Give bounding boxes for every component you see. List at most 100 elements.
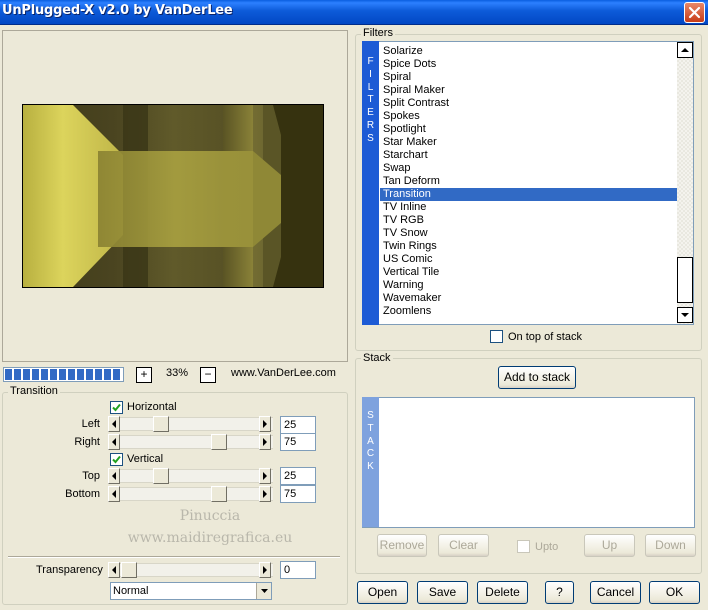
top-slider-thumb[interactable] — [153, 468, 169, 484]
horizontal-label: Horizontal — [127, 401, 177, 413]
filters-strip-letter: F — [367, 56, 374, 67]
add-to-stack-button[interactable]: Add to stack — [498, 366, 576, 389]
close-button[interactable] — [684, 2, 705, 23]
arrow-right-icon — [263, 420, 267, 428]
watermark: Pinuccia www.maidiregrafica.eu — [110, 505, 310, 549]
on-top-of-stack-checkbox[interactable] — [490, 330, 503, 343]
left-value-input[interactable]: 25 — [280, 416, 316, 434]
transparency-slider-thumb[interactable] — [121, 562, 137, 578]
stack-strip-letter: S — [367, 410, 374, 421]
stack-strip-letter: K — [367, 461, 374, 473]
filter-item[interactable]: Zoomlens — [380, 305, 678, 318]
up-button[interactable]: Up — [584, 534, 635, 557]
ok-button[interactable]: OK — [649, 581, 700, 604]
left-slider-decrease-button[interactable] — [108, 416, 120, 432]
upto-checkbox[interactable] — [517, 540, 530, 553]
scroll-up-button[interactable] — [677, 42, 693, 58]
arrow-left-icon — [112, 490, 116, 498]
filter-item[interactable]: Twin Rings — [380, 240, 678, 253]
bottom-slider-decrease-button[interactable] — [108, 486, 120, 502]
filter-item[interactable]: TV Inline — [380, 201, 678, 214]
stack-group-title: Stack — [361, 352, 393, 364]
right-slider-track[interactable] — [108, 435, 273, 449]
scroll-thumb[interactable] — [677, 257, 693, 303]
transparency-value-input[interactable]: 0 — [280, 561, 316, 579]
dropdown-button[interactable] — [256, 583, 271, 599]
filters-list[interactable]: Solarize Spice Dots Spiral Spiral Maker Spli… — [362, 41, 694, 325]
top-slider-track[interactable] — [108, 469, 273, 483]
title-bar[interactable]: UnPlugged-X v2.0 by VanDerLee — [0, 0, 708, 25]
stack-strip-letter: T — [367, 422, 374, 434]
divider — [8, 556, 340, 558]
clear-button[interactable]: Clear — [438, 534, 489, 557]
filter-item[interactable]: TV RGB — [380, 214, 678, 227]
filter-item[interactable]: Spice Dots — [380, 58, 678, 71]
filter-item[interactable]: Starchart — [380, 149, 678, 162]
filter-item[interactable]: US Comic — [380, 253, 678, 266]
left-slider-label: Left — [81, 418, 100, 430]
right-slider-decrease-button[interactable] — [108, 434, 120, 450]
stack-strip: STACK — [362, 397, 379, 527]
website-label: www.VanDerLee.com — [231, 367, 336, 379]
vertical-checkbox[interactable] — [110, 453, 123, 466]
right-value-input[interactable]: 75 — [280, 433, 316, 451]
filter-item[interactable]: Warning — [380, 279, 678, 292]
filters-strip-letter: T — [367, 94, 374, 106]
zoom-out-button[interactable]: − — [200, 367, 216, 383]
transparency-decrease-button[interactable] — [108, 562, 120, 578]
arrow-right-icon — [263, 566, 267, 574]
horizontal-checkbox[interactable] — [110, 401, 123, 414]
filter-item[interactable]: Spotlight — [380, 123, 678, 136]
left-slider-increase-button[interactable] — [259, 416, 271, 432]
transparency-label: Transparency — [36, 564, 103, 576]
remove-button[interactable]: Remove — [377, 534, 427, 557]
bottom-slider-increase-button[interactable] — [259, 486, 271, 502]
transition-group-title: Transition — [8, 385, 60, 397]
preview-image[interactable] — [22, 104, 324, 288]
filter-item[interactable]: Swap — [380, 162, 678, 175]
stack-strip-letter: C — [366, 448, 375, 460]
down-button[interactable]: Down — [645, 534, 696, 557]
chevron-down-icon — [261, 589, 268, 593]
top-slider-increase-button[interactable] — [259, 468, 271, 484]
bottom-slider-track[interactable] — [108, 487, 273, 501]
left-slider-track[interactable] — [108, 417, 273, 431]
blend-mode-select[interactable]: Normal — [110, 582, 272, 600]
filter-item[interactable]: Spokes — [380, 110, 678, 123]
right-slider-increase-button[interactable] — [259, 434, 271, 450]
vertical-label: Vertical — [127, 453, 164, 465]
filters-strip-letter: L — [367, 81, 374, 93]
watermark-name: Pinuccia — [179, 508, 241, 524]
filter-item[interactable]: Star Maker — [380, 136, 678, 149]
arrow-left-icon — [112, 420, 116, 428]
open-button[interactable]: Open — [357, 581, 408, 604]
zoom-in-button[interactable]: + — [136, 367, 152, 383]
save-button[interactable]: Save — [417, 581, 468, 604]
cancel-button[interactable]: Cancel — [590, 581, 641, 604]
bottom-value-input[interactable]: 75 — [280, 485, 316, 503]
filter-item[interactable]: TV Snow — [380, 227, 678, 240]
stack-list[interactable] — [362, 397, 695, 528]
transparency-increase-button[interactable] — [259, 562, 271, 578]
help-button[interactable]: ? — [545, 581, 574, 604]
right-slider-thumb[interactable] — [211, 434, 227, 450]
scroll-down-button[interactable] — [677, 307, 693, 323]
filter-item[interactable]: Vertical Tile — [380, 266, 678, 279]
delete-button[interactable]: Delete — [477, 581, 528, 604]
filter-item[interactable]: Wavemaker — [380, 292, 678, 305]
filter-item[interactable]: Spiral Maker — [380, 84, 678, 97]
top-value-input[interactable]: 25 — [280, 467, 316, 485]
stack-strip-letter: A — [367, 435, 374, 447]
arrow-left-icon — [112, 472, 116, 480]
filter-item[interactable]: Spiral — [380, 71, 678, 84]
filter-item[interactable]: Tan Deform — [380, 175, 678, 188]
filter-item[interactable]: Solarize — [380, 45, 678, 58]
on-top-of-stack-label: On top of stack — [508, 331, 582, 343]
filter-item[interactable]: Transition — [380, 188, 678, 201]
top-slider-decrease-button[interactable] — [108, 468, 120, 484]
filters-strip-letter: R — [366, 119, 375, 131]
left-slider-thumb[interactable] — [153, 416, 169, 432]
bottom-slider-label: Bottom — [65, 488, 100, 500]
bottom-slider-thumb[interactable] — [211, 486, 227, 502]
filter-item[interactable]: Split Contrast — [380, 97, 678, 110]
